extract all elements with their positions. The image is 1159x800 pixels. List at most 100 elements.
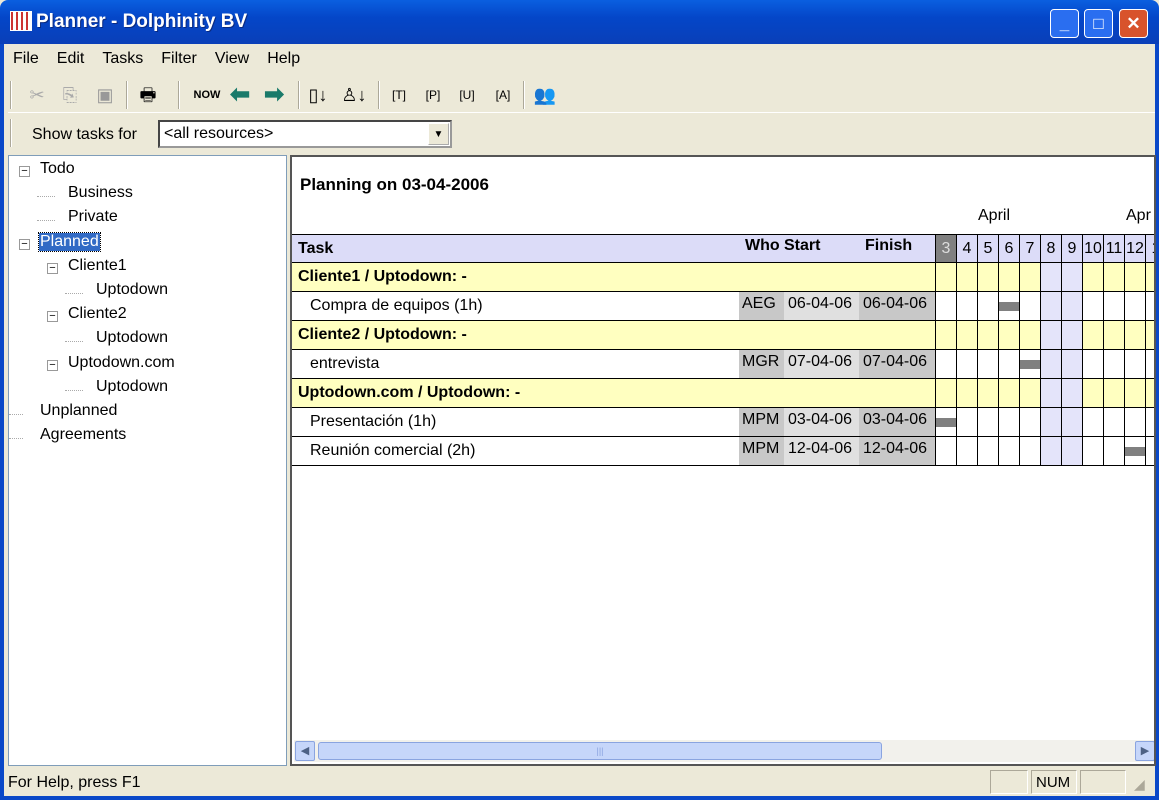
day-cell[interactable] bbox=[998, 321, 1019, 350]
tree-node[interactable]: Unplanned bbox=[39, 402, 118, 420]
task-bar[interactable] bbox=[999, 302, 1019, 311]
maximize-button[interactable]: □ bbox=[1084, 9, 1113, 38]
day-cell[interactable] bbox=[977, 350, 998, 379]
day-cell[interactable] bbox=[1082, 408, 1103, 437]
day-cell[interactable] bbox=[1103, 408, 1124, 437]
day-cell[interactable] bbox=[998, 350, 1019, 379]
day-cell[interactable] bbox=[1103, 263, 1124, 292]
minimize-button[interactable]: _ bbox=[1050, 9, 1079, 38]
collapse-icon[interactable]: − bbox=[47, 359, 58, 371]
day-cell[interactable] bbox=[1103, 437, 1124, 466]
start-column-header[interactable]: Start bbox=[784, 234, 859, 263]
day-header[interactable]: 10 bbox=[1082, 234, 1103, 263]
table-row[interactable]: entrevista MGR 07-04-06 07-04-06 bbox=[292, 350, 1154, 379]
day-cell[interactable] bbox=[1061, 350, 1082, 379]
day-cell[interactable] bbox=[1061, 379, 1082, 408]
day-cell[interactable] bbox=[935, 350, 956, 379]
day-cell[interactable] bbox=[1019, 379, 1040, 408]
day-cell[interactable] bbox=[1124, 292, 1145, 321]
day-header[interactable]: 9 bbox=[1061, 234, 1082, 263]
day-cell[interactable] bbox=[977, 263, 998, 292]
menu-edit[interactable]: Edit bbox=[48, 45, 94, 73]
resource-select[interactable]: <all resources> ▼ bbox=[158, 120, 452, 148]
copy-icon[interactable]: ⎘ bbox=[58, 79, 82, 111]
scroll-right-icon[interactable]: ▶ bbox=[1135, 741, 1154, 761]
tree-node[interactable]: Planned bbox=[38, 231, 101, 252]
day-cell[interactable] bbox=[1040, 263, 1061, 292]
print-icon[interactable]: 🖶 bbox=[134, 79, 162, 111]
menu-filter[interactable]: Filter bbox=[152, 45, 206, 73]
day-cell[interactable] bbox=[1103, 350, 1124, 379]
day-cell[interactable] bbox=[1124, 350, 1145, 379]
day-cell[interactable] bbox=[1061, 292, 1082, 321]
day-cell[interactable] bbox=[956, 379, 977, 408]
doc-a-icon[interactable]: [A] bbox=[492, 79, 514, 111]
collapse-icon[interactable]: − bbox=[47, 311, 58, 323]
menu-tasks[interactable]: Tasks bbox=[93, 45, 152, 73]
tree-node[interactable]: Uptodown.com bbox=[67, 354, 176, 372]
doc-p-icon[interactable]: [P] bbox=[422, 79, 444, 111]
day-cell[interactable] bbox=[1019, 263, 1040, 292]
horizontal-scrollbar[interactable]: ◀ ||| ▶ bbox=[294, 740, 1154, 762]
day-header[interactable]: 12 bbox=[1124, 234, 1145, 263]
day-cell[interactable] bbox=[1019, 408, 1040, 437]
day-header[interactable]: 11 bbox=[1103, 234, 1124, 263]
day-cell[interactable] bbox=[977, 408, 998, 437]
table-row[interactable]: Compra de equipos (1h) AEG 06-04-06 06-04-0… bbox=[292, 292, 1154, 321]
table-row[interactable]: Reunión comercial (2h) MPM 12-04-06 12-04-0… bbox=[292, 437, 1154, 466]
tree-node[interactable]: Todo bbox=[39, 160, 76, 178]
close-button[interactable]: ✕ bbox=[1119, 9, 1148, 38]
menu-view[interactable]: View bbox=[206, 45, 258, 73]
day-cell[interactable] bbox=[1082, 263, 1103, 292]
day-cell[interactable] bbox=[1103, 292, 1124, 321]
table-row[interactable]: Uptodown.com / Uptodown: - bbox=[292, 379, 1154, 408]
day-cell[interactable] bbox=[935, 292, 956, 321]
day-cell[interactable] bbox=[956, 263, 977, 292]
day-cell[interactable] bbox=[1082, 321, 1103, 350]
scroll-thumb[interactable]: ||| bbox=[318, 742, 882, 760]
tree-node[interactable]: Uptodown bbox=[95, 329, 169, 347]
day-cell[interactable] bbox=[1145, 350, 1154, 379]
day-cell[interactable] bbox=[1124, 263, 1145, 292]
day-cell[interactable] bbox=[935, 263, 956, 292]
day-cell[interactable] bbox=[1124, 408, 1145, 437]
task-column-header[interactable]: Task bbox=[292, 234, 739, 263]
day-cell[interactable] bbox=[1145, 437, 1154, 466]
menu-file[interactable]: File bbox=[4, 45, 48, 73]
tree-node[interactable]: Agreements bbox=[39, 426, 127, 444]
table-row[interactable]: Presentación (1h) MPM 03-04-06 03-04-06 bbox=[292, 408, 1154, 437]
day-cell[interactable] bbox=[956, 321, 977, 350]
day-cell[interactable] bbox=[998, 408, 1019, 437]
day-cell[interactable] bbox=[1019, 321, 1040, 350]
day-cell[interactable] bbox=[1019, 437, 1040, 466]
day-cell[interactable] bbox=[1124, 321, 1145, 350]
day-header[interactable]: 4 bbox=[956, 234, 977, 263]
day-cell[interactable] bbox=[998, 437, 1019, 466]
paste-icon[interactable]: ▣ bbox=[92, 79, 118, 111]
day-cell[interactable] bbox=[998, 263, 1019, 292]
day-header[interactable]: 3 bbox=[935, 234, 956, 263]
day-cell[interactable] bbox=[1082, 379, 1103, 408]
day-cell[interactable] bbox=[977, 379, 998, 408]
day-cell[interactable] bbox=[1040, 437, 1061, 466]
cut-icon[interactable]: ✂ bbox=[26, 79, 48, 111]
task-bar[interactable] bbox=[936, 418, 956, 427]
task-bar[interactable] bbox=[1020, 360, 1040, 369]
day-cell[interactable] bbox=[977, 321, 998, 350]
doc-u-icon[interactable]: [U] bbox=[456, 79, 478, 111]
day-cell[interactable] bbox=[1145, 263, 1154, 292]
day-cell[interactable] bbox=[1061, 437, 1082, 466]
day-cell[interactable] bbox=[956, 408, 977, 437]
arrow-left-icon[interactable]: ⬅ bbox=[226, 79, 254, 111]
table-row[interactable]: Cliente1 / Uptodown: - bbox=[292, 263, 1154, 292]
day-cell[interactable] bbox=[977, 437, 998, 466]
day-cell[interactable] bbox=[1082, 292, 1103, 321]
day-header[interactable]: 5 bbox=[977, 234, 998, 263]
collapse-icon[interactable]: − bbox=[19, 166, 30, 177]
now-icon[interactable]: NOW bbox=[192, 79, 222, 111]
tree-node[interactable]: Private bbox=[67, 208, 119, 226]
day-cell[interactable] bbox=[1040, 292, 1061, 321]
sort-doc-icon[interactable]: ▯↓ bbox=[304, 79, 332, 111]
day-cell[interactable] bbox=[1061, 321, 1082, 350]
day-cell[interactable] bbox=[1061, 263, 1082, 292]
